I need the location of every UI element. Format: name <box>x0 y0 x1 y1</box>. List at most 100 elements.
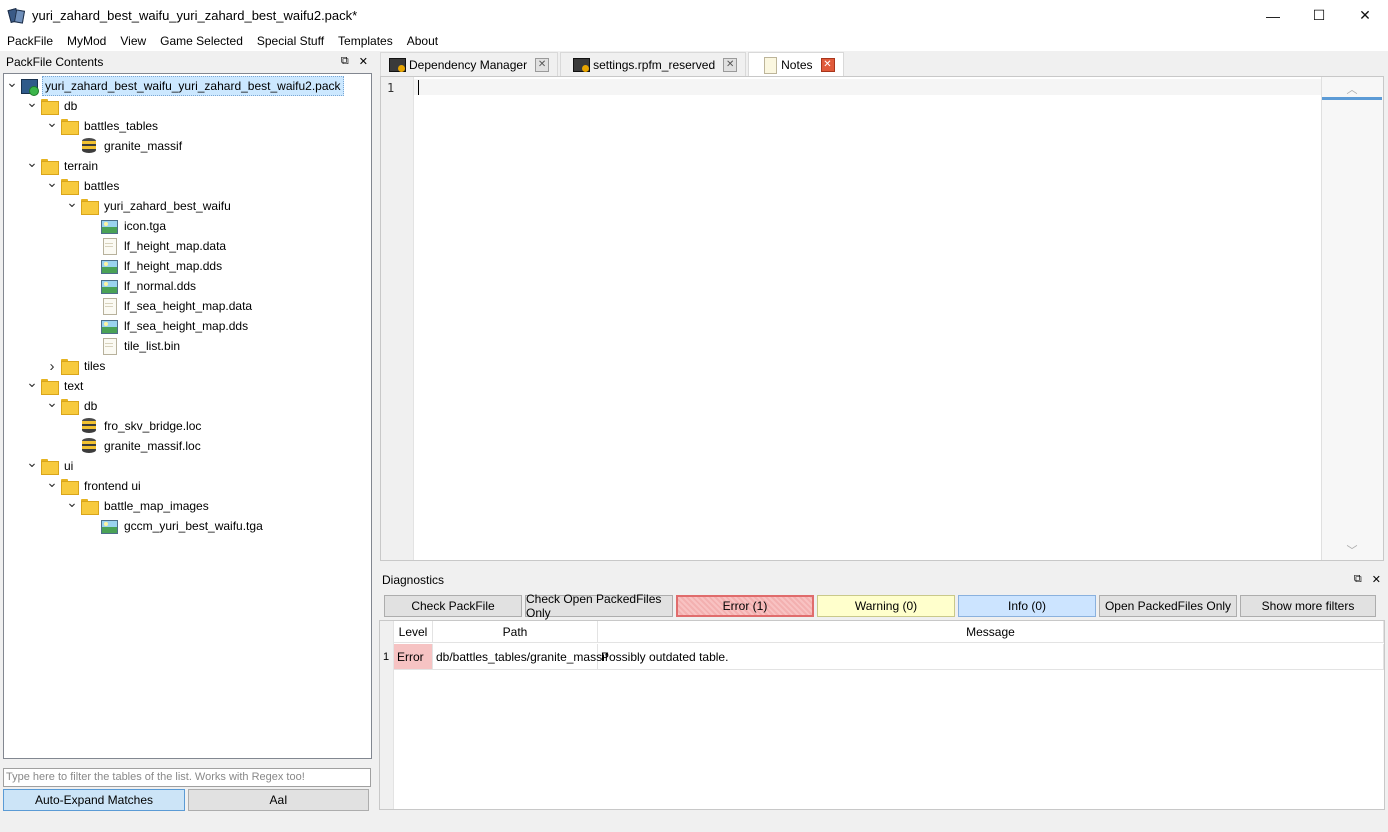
tab-settings-rpfm-reserved[interactable]: settings.rpfm_reserved ✕ <box>560 52 747 76</box>
close-tab-icon[interactable]: ✕ <box>723 57 738 72</box>
tree-item[interactable]: granite_massif <box>64 136 184 156</box>
info-filter-toggle[interactable]: Info (0) <box>958 595 1096 617</box>
tree-item[interactable]: ⌄ text <box>24 375 85 396</box>
tab-dependency-manager[interactable]: Dependency Manager ✕ <box>380 52 559 76</box>
tree-item[interactable]: ⌄ db <box>24 95 79 116</box>
packfile-contents-panel: PackFile Contents ⧉ ✕ ⌄ yuri_zahard_best_… <box>3 52 372 812</box>
editor-scrollbar[interactable]: ︿ ﹀ <box>1321 77 1383 560</box>
image-icon <box>100 318 118 334</box>
tree-item-label: ui <box>64 459 74 473</box>
chevron-down-icon[interactable]: ⌄ <box>44 395 60 416</box>
scroll-position-indicator[interactable] <box>1322 97 1382 100</box>
menu-packfile[interactable]: PackFile <box>0 31 60 51</box>
tree-item[interactable]: lf_height_map.data <box>84 236 228 256</box>
cell-path[interactable]: db/battles_tables/granite_massif <box>433 644 608 670</box>
db-icon <box>80 438 98 454</box>
tree-item[interactable]: granite_massif.loc <box>64 436 203 456</box>
menu-special-stuff[interactable]: Special Stuff <box>250 31 331 51</box>
tree-item[interactable]: ⌄ battles <box>44 175 121 196</box>
chevron-right-icon[interactable]: › <box>44 356 60 376</box>
close-button[interactable]: ✕ <box>1342 0 1388 31</box>
tab-bar: Dependency Manager ✕ settings.rpfm_reser… <box>380 52 846 77</box>
tree-item[interactable]: ⌄ db <box>44 395 99 416</box>
chevron-down-icon[interactable]: ⌄ <box>24 155 40 176</box>
filter-input[interactable]: Type here to filter the tables of the li… <box>3 768 371 787</box>
tree-item[interactable]: ⌄ yuri_zahard_best_waifu_yuri_zahard_best… <box>4 75 344 96</box>
chevron-down-icon[interactable]: ⌄ <box>24 375 40 396</box>
float-icon[interactable]: ⧉ <box>341 55 349 68</box>
case-sensitive-button[interactable]: AaI <box>188 789 369 811</box>
diagnostics-panel: Diagnostics ⧉ ✕ Check PackFile Check Ope… <box>377 570 1385 812</box>
folder-icon <box>60 358 79 375</box>
check-open-packedfiles-button[interactable]: Check Open PackedFiles Only <box>525 592 673 620</box>
warning-filter-toggle[interactable]: Warning (0) <box>817 595 955 617</box>
folder-icon <box>60 478 79 495</box>
folder-icon <box>60 398 79 415</box>
check-packfile-button[interactable]: Check PackFile <box>384 595 522 617</box>
folder-icon <box>80 198 99 215</box>
show-more-filters-button[interactable]: Show more filters <box>1240 595 1376 617</box>
chevron-down-icon[interactable]: ⌄ <box>4 75 20 96</box>
chevron-down-icon[interactable]: ⌄ <box>24 455 40 476</box>
error-filter-toggle[interactable]: Error (1) <box>676 595 814 617</box>
image-icon <box>100 258 118 274</box>
text-caret <box>418 80 419 95</box>
tree-item-label: battle_map_images <box>104 499 209 513</box>
chevron-down-icon[interactable]: ⌄ <box>64 495 80 516</box>
menu-view[interactable]: View <box>113 31 153 51</box>
tree-item[interactable]: gccm_yuri_best_waifu.tga <box>84 516 265 536</box>
terminal-icon <box>389 57 406 73</box>
tree-item[interactable]: icon.tga <box>84 216 168 236</box>
chevron-down-icon[interactable]: ⌄ <box>64 195 80 216</box>
chevron-down-icon[interactable]: ⌄ <box>44 475 60 496</box>
tree-item[interactable]: ⌄ frontend ui <box>44 475 143 496</box>
tree-item-label: fro_skv_bridge.loc <box>104 419 202 433</box>
float-icon[interactable]: ⧉ <box>1354 573 1362 586</box>
tree-item[interactable]: lf_sea_height_map.data <box>84 296 254 316</box>
auto-expand-button[interactable]: Auto-Expand Matches <box>3 789 185 811</box>
tree-item[interactable]: lf_height_map.dds <box>84 256 224 276</box>
close-icon[interactable]: ✕ <box>1372 573 1381 586</box>
column-header-level[interactable]: Level <box>394 621 433 643</box>
close-tab-icon[interactable]: ✕ <box>820 58 835 72</box>
tree-item[interactable]: ⌄ battles_tables <box>44 115 160 136</box>
file-icon <box>100 298 118 315</box>
menu-mymod[interactable]: MyMod <box>60 31 113 51</box>
close-icon[interactable]: ✕ <box>359 55 368 68</box>
tree-item[interactable]: fro_skv_bridge.loc <box>64 416 203 436</box>
row-header-column: 1 <box>380 621 394 809</box>
packfile-tree[interactable]: ⌄ yuri_zahard_best_waifu_yuri_zahard_best… <box>3 73 372 759</box>
menu-game-selected[interactable]: Game Selected <box>153 31 250 51</box>
tree-item[interactable]: ⌄ ui <box>24 455 75 476</box>
menu-templates[interactable]: Templates <box>331 31 400 51</box>
menu-about[interactable]: About <box>400 31 445 51</box>
tree-item[interactable]: ⌄ yuri_zahard_best_waifu <box>64 195 233 216</box>
scroll-up-icon[interactable]: ︿ <box>1322 81 1382 97</box>
column-header-path[interactable]: Path <box>433 621 598 643</box>
tree-item-label: db <box>64 99 78 113</box>
minimize-button[interactable]: — <box>1250 0 1296 31</box>
notes-editor[interactable]: 1 ︿ ﹀ <box>380 76 1384 561</box>
close-tab-icon[interactable]: ✕ <box>535 57 550 72</box>
chevron-down-icon[interactable]: ⌄ <box>44 115 60 136</box>
tab-notes[interactable]: Notes ✕ <box>748 52 844 77</box>
scroll-down-icon[interactable]: ﹀ <box>1322 542 1382 558</box>
file-icon <box>100 238 118 255</box>
row-number: 1 <box>383 651 390 663</box>
cell-message[interactable]: Possibly outdated table. <box>598 644 1384 670</box>
maximize-button[interactable]: ☐ <box>1296 0 1342 31</box>
column-header-message[interactable]: Message <box>598 621 1384 643</box>
tree-item[interactable]: ⌄ terrain <box>24 155 100 176</box>
tree-item[interactable]: ⌄ battle_map_images <box>64 495 211 516</box>
tree-item[interactable]: › tiles <box>44 356 107 376</box>
cell-level[interactable]: Error <box>394 644 433 670</box>
tree-item[interactable]: lf_normal.dds <box>84 276 198 296</box>
chevron-down-icon[interactable]: ⌄ <box>44 175 60 196</box>
open-packedfiles-only-toggle[interactable]: Open PackedFiles Only <box>1099 595 1237 617</box>
tree-item[interactable]: lf_sea_height_map.dds <box>84 316 250 336</box>
chevron-down-icon[interactable]: ⌄ <box>24 95 40 116</box>
folder-icon <box>60 118 79 135</box>
tree-item[interactable]: tile_list.bin <box>84 336 182 356</box>
